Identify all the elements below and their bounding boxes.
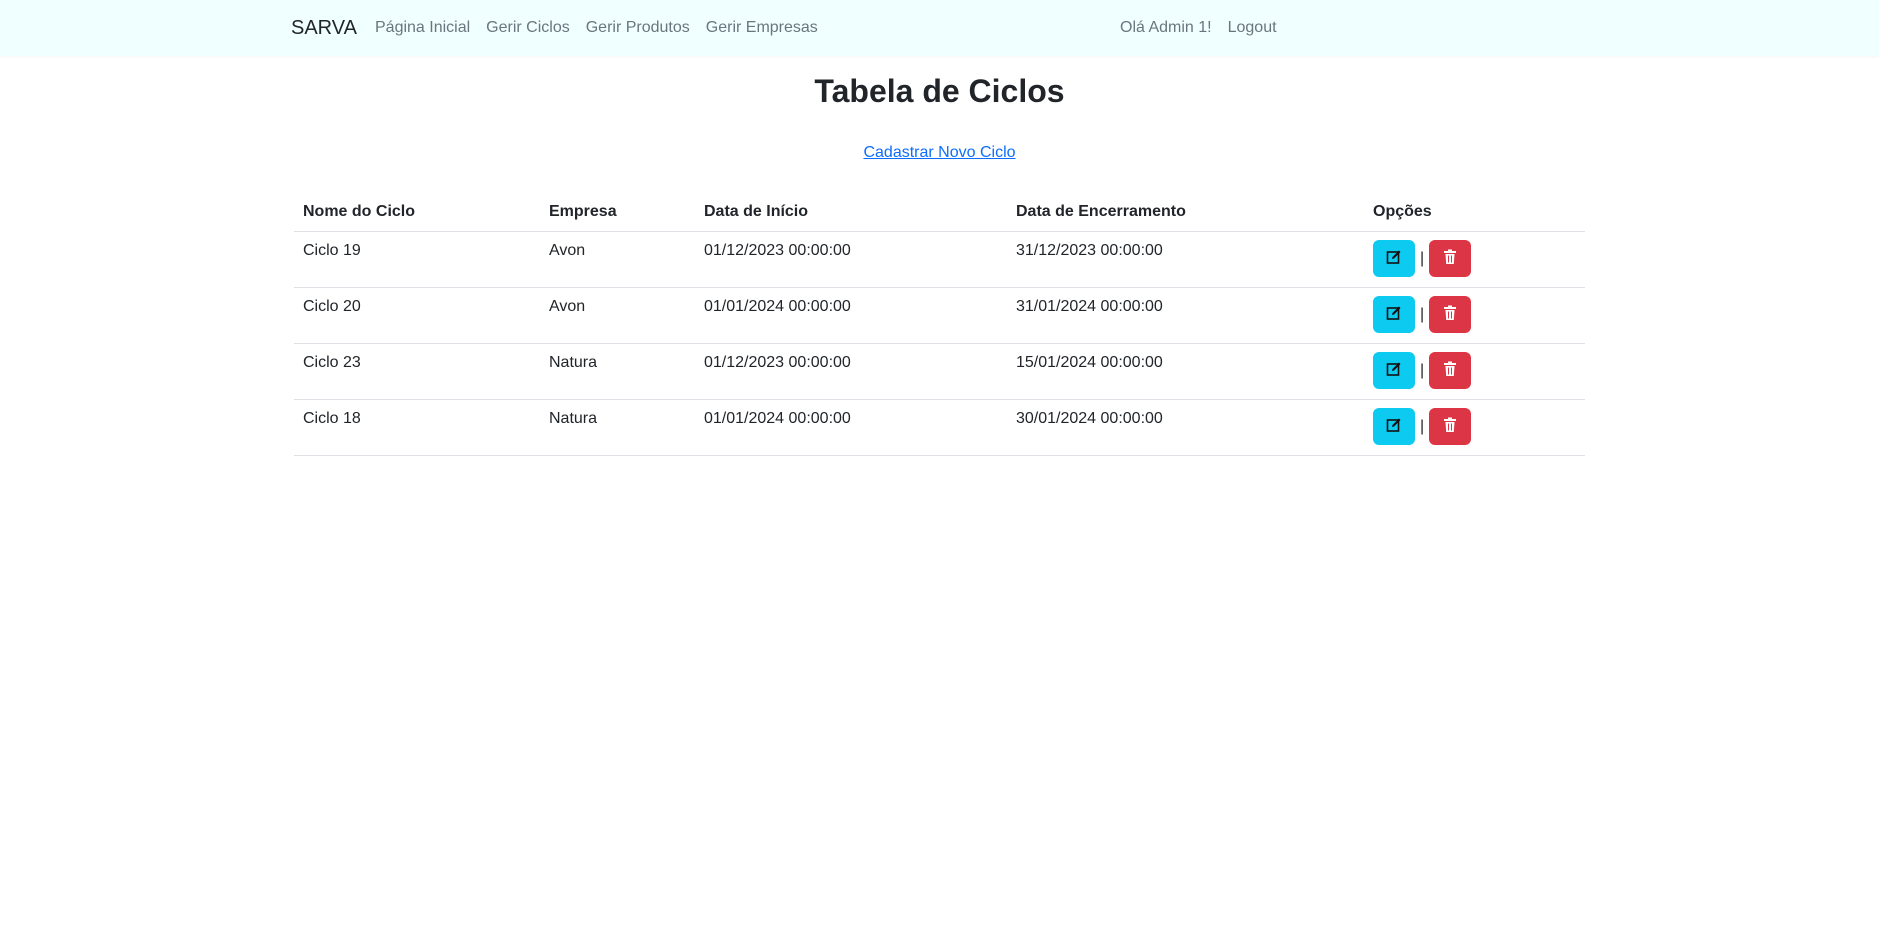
cell-cycle-name: Ciclo 20 (294, 287, 540, 344)
user-greeting[interactable]: Olá Admin 1! (1120, 18, 1212, 38)
header-end-date: Data de Encerramento (1007, 193, 1364, 232)
nav-user-area: Olá Admin 1! Logout (1120, 18, 1293, 38)
cell-company: Avon (540, 231, 695, 288)
cell-company: Avon (540, 287, 695, 344)
header-company: Empresa (540, 193, 695, 232)
cell-company: Natura (540, 399, 695, 456)
table-row: Ciclo 19 Avon 01/12/2023 00:00:00 31/12/… (294, 231, 1585, 288)
edit-square-icon (1386, 361, 1402, 380)
header-start-date: Data de Início (695, 193, 1007, 232)
cell-end-date: 31/01/2024 00:00:00 (1007, 287, 1364, 344)
cycles-table: Nome do Ciclo Empresa Data de Início Dat… (294, 193, 1585, 456)
cell-options: | (1364, 343, 1585, 400)
cell-cycle-name: Ciclo 23 (294, 343, 540, 400)
nav-link-manage-products[interactable]: Gerir Produtos (586, 18, 690, 38)
edit-square-icon (1386, 417, 1402, 436)
options-separator: | (1420, 417, 1425, 435)
cell-options: | (1364, 231, 1585, 288)
cell-end-date: 30/01/2024 00:00:00 (1007, 399, 1364, 456)
edit-button[interactable] (1373, 408, 1415, 445)
cell-start-date: 01/12/2023 00:00:00 (695, 231, 1007, 288)
create-link-container: Cadastrar Novo Ciclo (0, 143, 1879, 163)
trash-icon (1443, 361, 1457, 380)
brand-link[interactable]: SARVA (291, 16, 357, 40)
table-header-row: Nome do Ciclo Empresa Data de Início Dat… (294, 193, 1585, 232)
header-cycle-name: Nome do Ciclo (294, 193, 540, 232)
edit-square-icon (1386, 305, 1402, 324)
cell-cycle-name: Ciclo 19 (294, 231, 540, 288)
nav-link-manage-cycles[interactable]: Gerir Ciclos (486, 18, 570, 38)
table-row: Ciclo 23 Natura 01/12/2023 00:00:00 15/0… (294, 343, 1585, 400)
options-separator: | (1420, 305, 1425, 323)
cell-cycle-name: Ciclo 18 (294, 399, 540, 456)
table-row: Ciclo 18 Natura 01/01/2024 00:00:00 30/0… (294, 399, 1585, 456)
nav-link-home[interactable]: Página Inicial (375, 18, 470, 38)
edit-button[interactable] (1373, 296, 1415, 333)
trash-icon (1443, 417, 1457, 436)
table-row: Ciclo 20 Avon 01/01/2024 00:00:00 31/01/… (294, 287, 1585, 344)
edit-square-icon (1386, 249, 1402, 268)
header-options: Opções (1364, 193, 1585, 232)
delete-button[interactable] (1429, 352, 1472, 389)
edit-button[interactable] (1373, 240, 1415, 277)
nav-links: Página Inicial Gerir Ciclos Gerir Produt… (375, 18, 834, 38)
cell-end-date: 31/12/2023 00:00:00 (1007, 231, 1364, 288)
cell-end-date: 15/01/2024 00:00:00 (1007, 343, 1364, 400)
nav-link-manage-companies[interactable]: Gerir Empresas (706, 18, 818, 38)
cell-options: | (1364, 399, 1585, 456)
options-separator: | (1420, 361, 1425, 379)
cell-start-date: 01/12/2023 00:00:00 (695, 343, 1007, 400)
cell-start-date: 01/01/2024 00:00:00 (695, 399, 1007, 456)
logout-link[interactable]: Logout (1228, 18, 1277, 38)
cell-options: | (1364, 287, 1585, 344)
trash-icon (1443, 305, 1457, 324)
cell-company: Natura (540, 343, 695, 400)
edit-button[interactable] (1373, 352, 1415, 389)
cell-start-date: 01/01/2024 00:00:00 (695, 287, 1007, 344)
top-navbar: SARVA Página Inicial Gerir Ciclos Gerir … (0, 0, 1879, 56)
trash-icon (1443, 249, 1457, 268)
delete-button[interactable] (1429, 408, 1472, 445)
page-title: Tabela de Ciclos (814, 73, 1065, 109)
delete-button[interactable] (1429, 240, 1472, 277)
create-new-cycle-link[interactable]: Cadastrar Novo Ciclo (863, 144, 1015, 161)
delete-button[interactable] (1429, 296, 1472, 333)
options-separator: | (1420, 249, 1425, 267)
